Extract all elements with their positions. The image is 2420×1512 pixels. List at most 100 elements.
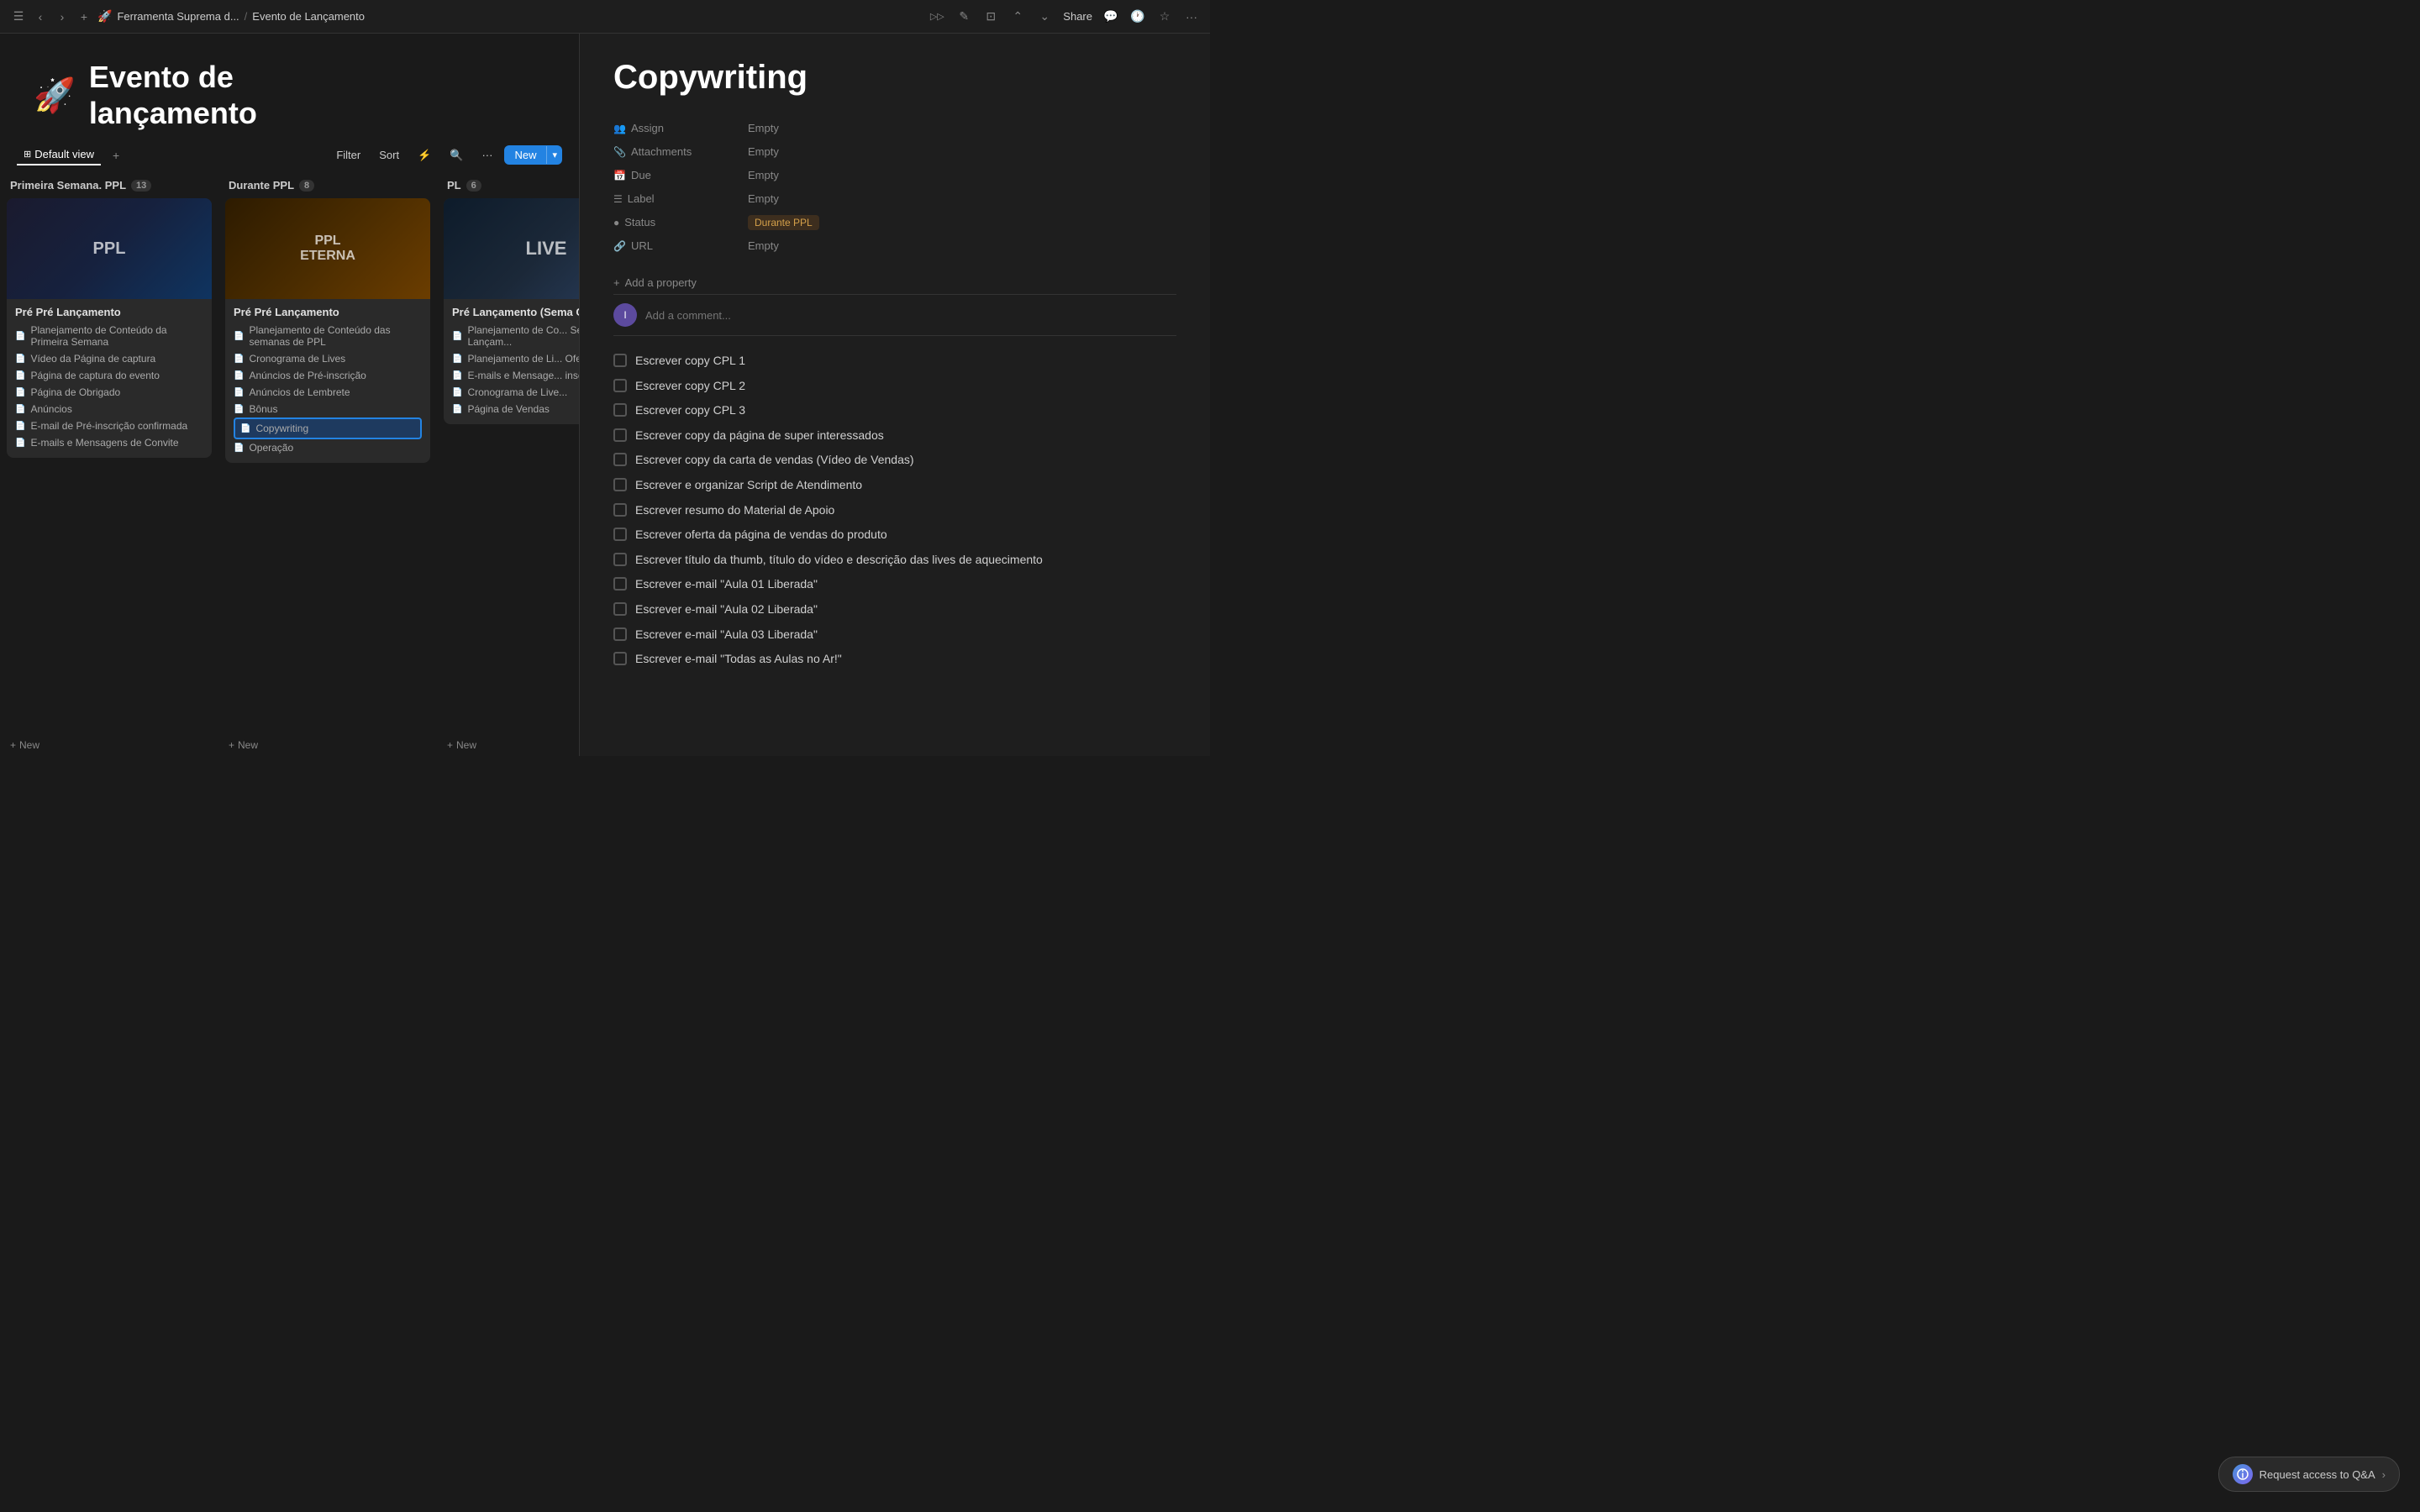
panel-toggle-icon[interactable]: ▷▷ <box>929 8 945 25</box>
add-view-button[interactable]: + <box>108 147 124 164</box>
card-item-label: Bônus <box>249 403 277 415</box>
checkbox-6[interactable] <box>613 478 627 491</box>
qa-button[interactable]: Request access to Q&A › <box>2218 1457 2400 1492</box>
checkbox-5[interactable] <box>613 453 627 466</box>
top-bar: ☰ ‹ › + 🚀 Ferramenta Suprema d... / Even… <box>0 0 1210 34</box>
card-item-icon: 📄 <box>452 332 462 341</box>
add-tab-icon[interactable]: + <box>76 8 92 25</box>
property-label[interactable]: ☰ Label Empty <box>613 187 1176 211</box>
card-item[interactable]: 📄 Página de captura do evento <box>15 367 203 384</box>
checklist-item-2: Escrever copy CPL 2 <box>613 375 1176 398</box>
property-due[interactable]: 📅 Due Empty <box>613 164 1176 187</box>
card-item[interactable]: 📄 Página de Vendas <box>452 401 579 417</box>
add-card-btn-3[interactable]: + New <box>444 734 579 756</box>
history-icon[interactable]: 🕐 <box>1129 8 1146 25</box>
favorite-icon[interactable]: ☆ <box>1156 8 1173 25</box>
more-icon[interactable]: ··· <box>1183 8 1200 25</box>
tab-default-view[interactable]: ⊞ Default view <box>17 144 101 165</box>
share-button[interactable]: Share <box>1063 10 1092 23</box>
checkbox-13[interactable] <box>613 652 627 665</box>
card-item[interactable]: 📄 Anúncios de Lembrete <box>234 384 422 401</box>
card-item-icon: 📄 <box>234 405 244 414</box>
comment-input[interactable] <box>645 309 1176 322</box>
breadcrumb-item-2[interactable]: Evento de Lançamento <box>252 10 365 23</box>
url-icon: 🔗 <box>613 240 626 252</box>
col-label-3: PL <box>447 179 461 192</box>
more-options-button[interactable]: ··· <box>475 145 499 165</box>
toolbar-actions: Filter Sort ⚡ 🔍 ··· New ▾ <box>329 145 562 165</box>
checkbox-8[interactable] <box>613 528 627 541</box>
card-item-label: Página de Vendas <box>467 403 549 415</box>
search-button[interactable]: 🔍 <box>443 145 470 165</box>
property-status[interactable]: ● Status Durante PPL <box>613 211 1176 234</box>
card-item-icon: 📄 <box>15 388 25 397</box>
property-assign[interactable]: 👥 Assign Empty <box>613 117 1176 140</box>
card-item[interactable]: 📄 Bônus <box>234 401 422 417</box>
breadcrumb-item-1[interactable]: Ferramenta Suprema d... <box>117 10 239 23</box>
card-item[interactable]: 📄 Anúncios <box>15 401 203 417</box>
checkbox-1[interactable] <box>613 354 627 367</box>
card-item[interactable]: 📄 Planejamento de Li... Oferta <box>452 350 579 367</box>
card-item[interactable]: 📄 Anúncios de Pré-inscrição <box>234 367 422 384</box>
page-title: Evento delançamento <box>89 59 257 131</box>
card-item[interactable]: 📄 E-mail de Pré-inscrição confirmada <box>15 417 203 434</box>
card-item[interactable]: 📄 Operação <box>234 439 422 456</box>
checkbox-2[interactable] <box>613 379 627 392</box>
left-panel: 🚀 Evento delançamento ⊞ Default view + F… <box>0 34 580 756</box>
card-title-1: Pré Pré Lançamento <box>15 306 203 318</box>
kanban-card-ppl1[interactable]: PPL Pré Pré Lançamento 📄 Planejamento de… <box>7 198 212 458</box>
card-item-icon: 📄 <box>15 354 25 364</box>
sort-button[interactable]: Sort <box>372 145 406 165</box>
url-label: URL <box>631 239 653 252</box>
new-button-arrow[interactable]: ▾ <box>546 146 562 164</box>
kanban-column-1: Primeira Semana. PPL 13 PPL Pré Pré Lanç… <box>0 172 218 756</box>
card-item[interactable]: 📄 Planejamento de Conteúdo das semanas d… <box>234 322 422 350</box>
checklist-item-6: Escrever e organizar Script de Atendimen… <box>613 474 1176 497</box>
menu-icon[interactable]: ☰ <box>10 8 27 25</box>
card-item[interactable]: 📄 Planejamento de Co... Semana de Lançam… <box>452 322 579 350</box>
checkbox-3[interactable] <box>613 403 627 417</box>
add-icon: + <box>10 739 16 751</box>
breadcrumb: 🚀 Ferramenta Suprema d... / Evento de La… <box>97 9 365 24</box>
card-item[interactable]: 📄 E-mails e Mensagens de Convite <box>15 434 203 451</box>
add-card-btn-2[interactable]: + New <box>225 734 430 756</box>
property-label-label: ☰ Label <box>613 192 748 205</box>
add-property-row[interactable]: + Add a property <box>613 271 1176 294</box>
checklist-text-12: Escrever e-mail "Aula 03 Liberada" <box>635 627 818 643</box>
up-icon[interactable]: ⌃ <box>1009 8 1026 25</box>
col-label-2: Durante PPL <box>229 179 294 192</box>
card-item[interactable]: 📄 Vídeo da Página de captura <box>15 350 203 367</box>
back-icon[interactable]: ‹ <box>32 8 49 25</box>
add-card-btn-1[interactable]: + New <box>7 734 212 756</box>
card-item-copywriting[interactable]: 📄 Copywriting <box>234 417 422 439</box>
checklist-text-13: Escrever e-mail "Todas as Aulas no Ar!" <box>635 651 842 668</box>
card-item-label: Copywriting <box>255 423 308 434</box>
comment-icon[interactable]: 💬 <box>1102 8 1119 25</box>
card-image-text-1: PPL <box>93 239 126 259</box>
new-button-main[interactable]: New <box>504 145 546 165</box>
card-item[interactable]: 📄 E-mails e Mensage... inscrição <box>452 367 579 384</box>
filter-button[interactable]: Filter <box>329 145 367 165</box>
lightning-button[interactable]: ⚡ <box>411 145 438 165</box>
card-item[interactable]: 📄 Cronograma de Lives <box>234 350 422 367</box>
checkbox-9[interactable] <box>613 553 627 566</box>
checkbox-7[interactable] <box>613 503 627 517</box>
kanban-card-ppl2[interactable]: PPLETERNA Pré Pré Lançamento 📄 Planejame… <box>225 198 430 463</box>
card-item-icon: 📄 <box>452 371 462 381</box>
card-item-icon: 📄 <box>15 438 25 448</box>
down-icon[interactable]: ⌄ <box>1036 8 1053 25</box>
card-item[interactable]: 📄 Planejamento de Conteúdo da Primeira S… <box>15 322 203 350</box>
card-item[interactable]: 📄 Página de Obrigado <box>15 384 203 401</box>
property-attachments[interactable]: 📎 Attachments Empty <box>613 140 1176 164</box>
edit-icon[interactable]: ✎ <box>955 8 972 25</box>
layout-icon[interactable]: ⊡ <box>982 8 999 25</box>
checkbox-12[interactable] <box>613 627 627 641</box>
property-url[interactable]: 🔗 URL Empty <box>613 234 1176 258</box>
checkbox-4[interactable] <box>613 428 627 442</box>
checkbox-11[interactable] <box>613 602 627 616</box>
forward-icon[interactable]: › <box>54 8 71 25</box>
kanban-card-pl1[interactable]: LIVE Pré Lançamento (Sema CPL's) 📄 Plane… <box>444 198 579 424</box>
checkbox-10[interactable] <box>613 577 627 591</box>
checklist-item-7: Escrever resumo do Material de Apoio <box>613 499 1176 522</box>
card-item[interactable]: 📄 Cronograma de Live... <box>452 384 579 401</box>
